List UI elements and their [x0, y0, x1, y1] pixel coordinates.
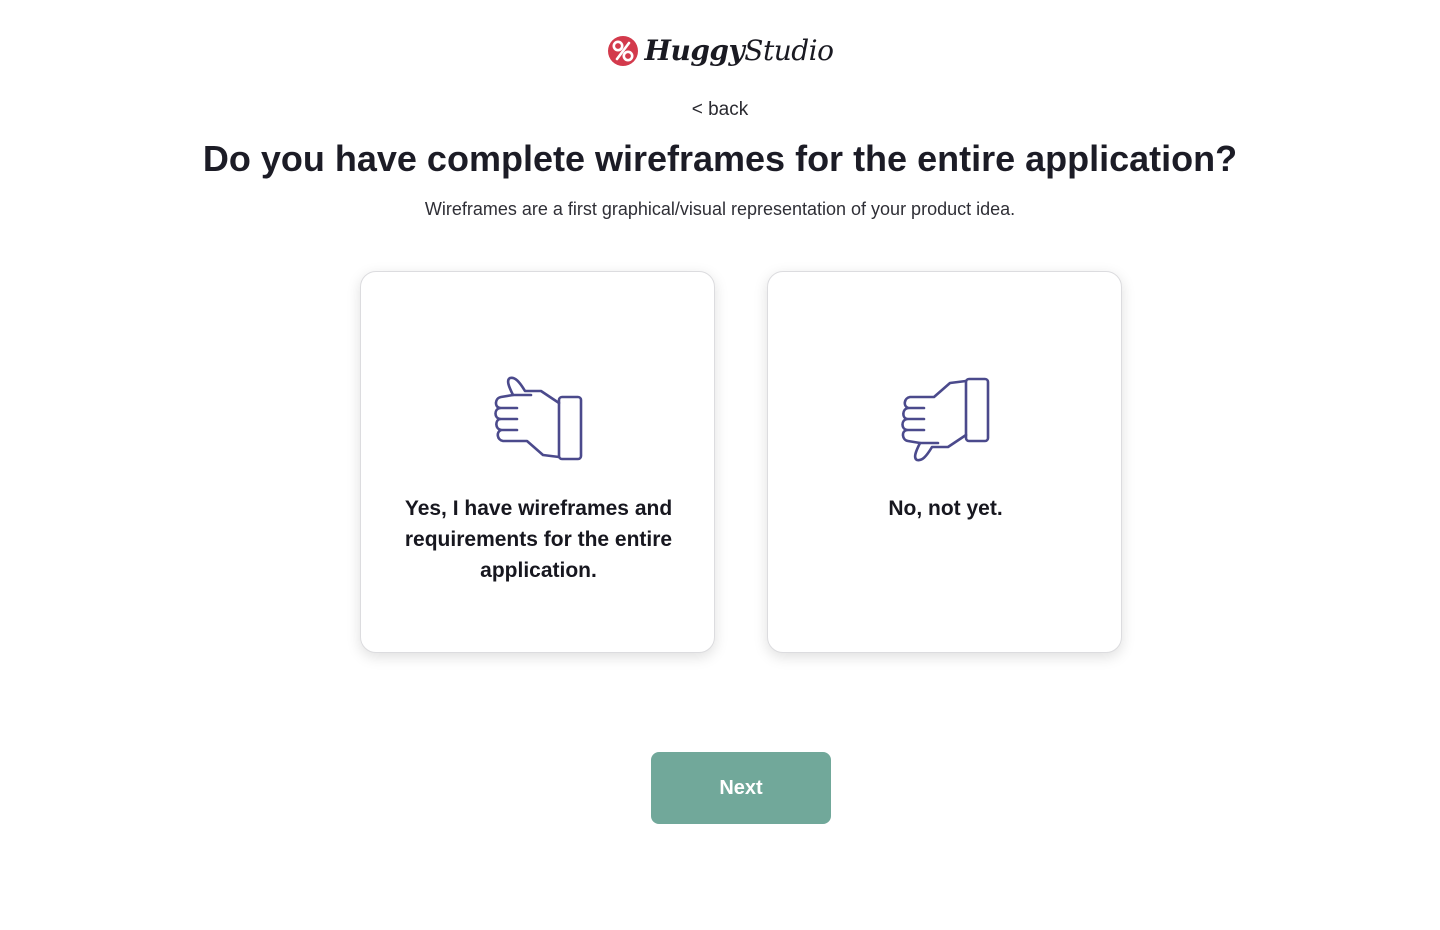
- option-card-no[interactable]: No, not yet.: [767, 271, 1122, 653]
- percent-heart-icon: [607, 36, 638, 66]
- next-button[interactable]: Next: [651, 752, 831, 824]
- option-label-no: No, not yet.: [888, 497, 1003, 520]
- wireframe-question-page: HuggyStudio < back Do you have complete …: [0, 0, 1440, 930]
- brand-name-bold: Huggy: [644, 34, 745, 67]
- back-link[interactable]: < back: [0, 98, 1440, 122]
- thumbs-up-icon: [493, 376, 582, 461]
- page-title: Do you have complete wireframes for the …: [202, 138, 1238, 179]
- brand-name: HuggyStudio: [645, 33, 834, 69]
- brand-logo[interactable]: HuggyStudio: [0, 33, 1440, 69]
- page-subtitle: Wireframes are a first graphical/visual …: [424, 199, 1016, 219]
- thumbs-down-icon: [900, 377, 989, 462]
- option-card-yes[interactable]: Yes, I have wireframes and requirements …: [360, 271, 715, 653]
- brand-name-regular: Studio: [744, 34, 834, 67]
- option-label-yes: Yes, I have wireframes and requirements …: [404, 497, 673, 582]
